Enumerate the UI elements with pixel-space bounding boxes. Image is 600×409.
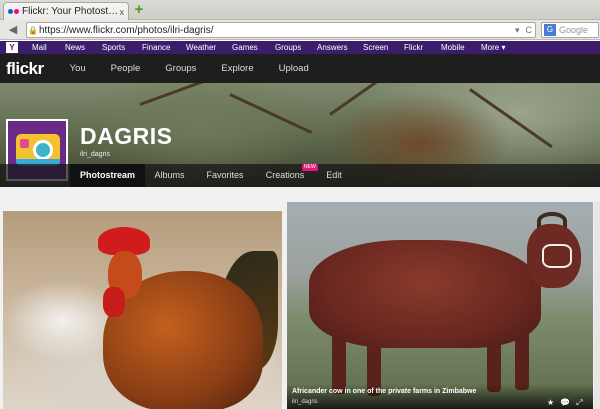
cow-halter xyxy=(542,244,572,268)
nav-people[interactable]: People xyxy=(111,63,141,74)
camera-icon xyxy=(16,134,60,166)
flickr-favicon-icon xyxy=(8,9,19,14)
close-tab-icon[interactable]: x xyxy=(120,7,125,17)
tab-edit[interactable]: Edit xyxy=(318,164,350,187)
yahoo-link-sports[interactable]: Sports xyxy=(102,43,142,52)
url-text[interactable]: https://www.flickr.com/photos/ilri-dagri… xyxy=(39,25,512,36)
yahoo-logo-icon[interactable]: Y xyxy=(6,42,18,53)
cover-branch xyxy=(329,83,397,116)
lock-icon: 🔒 xyxy=(28,25,38,35)
yahoo-link-flickr[interactable]: Flickr xyxy=(404,43,441,52)
expand-icon[interactable]: ⤢ xyxy=(576,398,582,408)
profile-subnav: Photostream Albums Favorites Creations E… xyxy=(0,164,600,187)
cover-branch xyxy=(139,83,254,106)
yahoo-link-groups[interactable]: Groups xyxy=(275,43,317,52)
search-input[interactable]: Google xyxy=(559,25,588,35)
photo-africander-cow[interactable] xyxy=(287,202,593,409)
yahoo-link-mail[interactable]: Mail xyxy=(32,43,65,52)
tab-photostream[interactable]: Photostream xyxy=(70,164,145,187)
nav-upload[interactable]: Upload xyxy=(279,63,309,74)
photo-actions: ★ 💬 ⤢ xyxy=(547,398,583,408)
search-engine-icon[interactable]: G xyxy=(544,24,556,36)
yahoo-link-finance[interactable]: Finance xyxy=(142,43,186,52)
profile-name: DAGRIS xyxy=(80,123,173,149)
cow-body xyxy=(309,240,541,348)
profile-subtitle: ilri_dagris xyxy=(80,151,110,158)
nav-you[interactable]: You xyxy=(70,63,86,74)
camera-lens xyxy=(33,140,53,160)
yahoo-link-answers[interactable]: Answers xyxy=(317,43,363,52)
yahoo-bar: Y Mail News Sports Finance Weather Games… xyxy=(0,41,600,54)
nav-groups[interactable]: Groups xyxy=(165,63,196,74)
search-box[interactable]: G Google xyxy=(541,22,599,38)
rooster-wattle xyxy=(103,287,125,317)
browser-tab-bar: Flickr: Your Photost… x + xyxy=(0,0,600,20)
yahoo-link-games[interactable]: Games xyxy=(232,43,275,52)
back-icon[interactable]: ◀ xyxy=(5,22,21,38)
photo-grid xyxy=(0,187,600,409)
photo-title[interactable]: Africander cow in one of the private far… xyxy=(292,388,476,395)
yahoo-link-weather[interactable]: Weather xyxy=(186,43,232,52)
browser-tab[interactable]: Flickr: Your Photost… x xyxy=(3,2,129,20)
yahoo-link-news[interactable]: News xyxy=(65,43,102,52)
nav-explore[interactable]: Explore xyxy=(221,63,253,74)
browser-nav-bar: ◀ 🔒 https://www.flickr.com/photos/ilri-d… xyxy=(0,20,600,40)
tab-favorites[interactable]: Favorites xyxy=(196,164,254,187)
yahoo-link-screen[interactable]: Screen xyxy=(363,43,404,52)
tab-title: Flickr: Your Photost… xyxy=(22,6,117,17)
cover-branch xyxy=(469,88,553,149)
scrollbar[interactable] xyxy=(594,202,600,409)
new-tab-button[interactable]: + xyxy=(132,2,146,17)
dropdown-arrow-icon[interactable]: ▾ xyxy=(512,25,523,36)
cover-branch xyxy=(229,93,313,134)
favorite-star-icon[interactable]: ★ xyxy=(547,398,554,408)
tab-albums[interactable]: Albums xyxy=(147,164,192,187)
flickr-header: flickr You People Groups Explore Upload xyxy=(0,54,600,83)
flickr-logo[interactable]: flickr xyxy=(6,59,44,79)
photo-rooster[interactable] xyxy=(3,211,282,409)
camera-flash xyxy=(20,139,29,148)
yahoo-link-more[interactable]: More ▾ xyxy=(481,43,505,52)
photo-owner[interactable]: ilri_dagris xyxy=(292,399,318,405)
comment-icon[interactable]: 💬 xyxy=(560,398,570,408)
address-bar[interactable]: 🔒 https://www.flickr.com/photos/ilri-dag… xyxy=(26,22,536,38)
yahoo-link-mobile[interactable]: Mobile xyxy=(441,43,481,52)
reload-icon[interactable]: C xyxy=(523,25,536,35)
new-badge: NEW xyxy=(302,164,318,171)
